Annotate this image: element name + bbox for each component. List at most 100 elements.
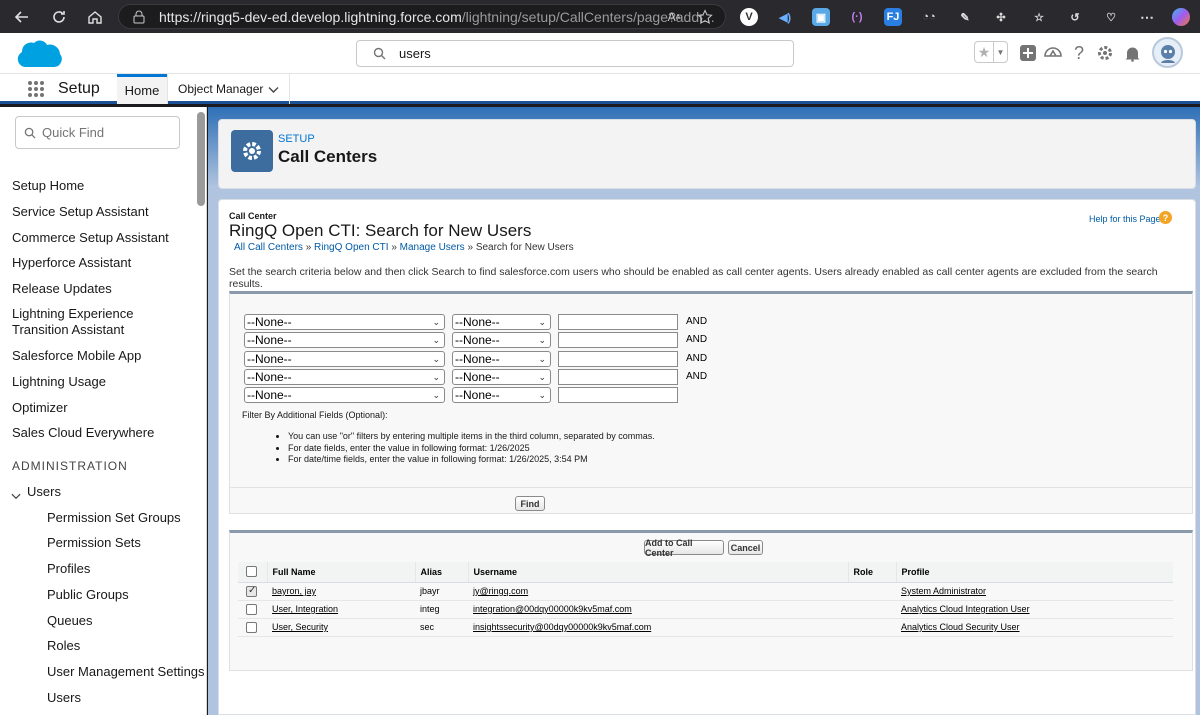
cancel-button[interactable]: Cancel <box>728 540 763 555</box>
column-header-username[interactable]: Username <box>467 562 848 583</box>
column-header-full-name[interactable]: Full Name <box>266 562 415 583</box>
filter-operator-select[interactable]: --None-- ⌄ <box>452 350 551 367</box>
row-select-checkbox[interactable] <box>246 603 257 615</box>
sidebar-item-user-management-settings[interactable]: User Management Settings <box>47 664 205 679</box>
filter-field-select[interactable]: --None-- ⌄ <box>244 350 445 367</box>
sidebar-item-roles[interactable]: Roles <box>47 638 80 653</box>
full-name-link[interactable]: bayron, jay <box>267 582 415 601</box>
sidebar-item-permission-sets[interactable]: Permission Sets <box>47 535 141 550</box>
tab-home[interactable]: Home <box>117 74 167 104</box>
column-header-role[interactable]: Role <box>847 562 896 583</box>
eyedropper-icon[interactable]: ✎ <box>956 8 974 26</box>
row-select-checkbox[interactable] <box>246 621 257 633</box>
profile-link[interactable]: System Administrator <box>896 582 1173 601</box>
table-row[interactable]: User, Integration integ integration@00dqy0… <box>238 600 1173 619</box>
setup-gear-icon[interactable] <box>1094 42 1116 64</box>
sidebar-item-lightning-transition-assistant[interactable]: Lightning Experience Transition Assistan… <box>12 306 182 338</box>
profile-link[interactable]: Analytics Cloud Integration User <box>896 600 1173 619</box>
full-name-link[interactable]: User, Security <box>267 618 415 637</box>
username-link[interactable]: insightssecurity@00dqy00000k9kv5maf.com <box>468 618 848 637</box>
filter-operator-select[interactable]: --None-- ⌄ <box>452 332 551 349</box>
help-icon[interactable]: ? <box>1068 42 1090 64</box>
filter-field-select[interactable]: --None-- ⌄ <box>244 387 445 404</box>
global-search-input[interactable]: users <box>356 40 794 67</box>
sidebar-item-salesforce-mobile-app[interactable]: Salesforce Mobile App <box>12 348 187 364</box>
favorites-dropdown-icon[interactable]: ▼ <box>993 42 1007 62</box>
filter-value-input[interactable] <box>558 332 678 349</box>
sidebar-item-queues[interactable]: Queues <box>47 613 93 628</box>
extensions-puzzle-icon[interactable]: ✣ <box>992 8 1010 26</box>
notifications-bell-icon[interactable] <box>1121 42 1143 64</box>
select-all-checkbox[interactable] <box>246 566 257 578</box>
filter-field-select[interactable]: --None-- ⌄ <box>244 368 445 385</box>
find-button[interactable]: Find <box>515 496 545 511</box>
filter-value-input[interactable] <box>558 314 678 330</box>
filter-operator-select[interactable]: --None-- ⌄ <box>452 314 551 330</box>
sidebar-item-users[interactable]: Users <box>47 690 81 705</box>
chevron-down-icon[interactable] <box>11 488 21 506</box>
filter-operator-select[interactable]: --None-- ⌄ <box>452 368 551 385</box>
table-row[interactable]: User, Security sec insightssecurity@00dqy0… <box>238 618 1173 637</box>
filter-value-input[interactable] <box>558 387 678 404</box>
filter-field-select[interactable]: --None-- ⌄ <box>244 314 445 330</box>
column-header-profile[interactable]: Profile <box>895 562 1173 583</box>
sidebar-scrollbar[interactable] <box>197 112 205 206</box>
sidebar-item-profiles[interactable]: Profiles <box>47 561 90 576</box>
more-menu-icon[interactable]: ⋯ <box>1138 8 1156 26</box>
breadcrumb-manage-users[interactable]: Manage Users <box>400 242 465 253</box>
quick-find-input[interactable]: Quick Find <box>15 116 180 149</box>
salesforce-logo[interactable] <box>14 38 64 75</box>
sidebar-item-permission-set-groups[interactable]: Permission Set Groups <box>47 510 181 525</box>
filter-value-input[interactable] <box>558 350 678 367</box>
copilot-icon[interactable] <box>1172 8 1190 26</box>
filter-value-input[interactable] <box>558 368 678 385</box>
address-bar[interactable]: https://ringq5-dev-ed.develop.lightning.… <box>118 4 726 29</box>
sidebar-item-release-updates[interactable]: Release Updates <box>12 281 187 297</box>
app-launcher-icon[interactable] <box>27 80 45 103</box>
sidebar-item-public-groups[interactable]: Public Groups <box>47 587 129 602</box>
reload-icon[interactable] <box>48 6 70 28</box>
row-select-checkbox[interactable] <box>246 585 257 597</box>
breadcrumb-all-call-centers[interactable]: All Call Centers <box>234 242 303 253</box>
column-header-alias[interactable]: Alias <box>414 562 468 583</box>
profile-link[interactable]: Analytics Cloud Security User <box>896 618 1173 637</box>
global-actions-plus-icon[interactable] <box>1017 42 1039 64</box>
trailhead-guidance-icon[interactable] <box>1042 42 1064 64</box>
sidebar-item-service-setup-assistant[interactable]: Service Setup Assistant <box>12 204 187 220</box>
sidebar-item-setup-home[interactable]: Setup Home <box>12 178 187 194</box>
help-icon[interactable]: ? <box>1159 211 1172 224</box>
sidebar-item-sales-cloud-everywhere[interactable]: Sales Cloud Everywhere <box>12 425 187 441</box>
history-icon[interactable]: ↺ <box>1066 8 1084 26</box>
user-avatar[interactable] <box>1152 37 1183 68</box>
full-name-link[interactable]: User, Integration <box>267 600 415 619</box>
add-to-call-center-button[interactable]: Add to Call Center <box>644 538 724 558</box>
tab-object-manager[interactable]: Object Manager <box>167 74 290 104</box>
favorites-button[interactable]: ★ ▼ <box>974 41 1008 63</box>
help-for-this-page-link[interactable]: Help for this Page <box>1089 214 1161 224</box>
read-aloud-icon[interactable]: AA <box>663 6 685 28</box>
sidebar-item-lightning-usage[interactable]: Lightning Usage <box>12 374 187 390</box>
glasses-extension-icon[interactable]: ◔◔ <box>920 8 938 26</box>
sidebar-item-commerce-setup-assistant[interactable]: Commerce Setup Assistant <box>12 230 187 246</box>
favorites-icon[interactable]: ☆ <box>1030 8 1048 26</box>
sidebar-node-users[interactable]: Users <box>27 484 202 500</box>
volume-extension-icon[interactable]: ◀) <box>776 8 794 26</box>
username-link[interactable]: integration@00dqy00000k9kv5maf.com <box>468 600 848 619</box>
fj-extension-icon[interactable]: FJ <box>884 8 902 26</box>
sidebar-item-optimizer[interactable]: Optimizer <box>12 400 187 416</box>
breadcrumb-ringq-open-cti[interactable]: RingQ Open CTI <box>314 242 388 253</box>
back-arrow-icon[interactable] <box>11 6 33 28</box>
browser-essentials-icon[interactable]: ♡ <box>1102 8 1120 26</box>
screen-extension-icon[interactable]: ▣ <box>812 8 830 26</box>
code-extension-icon[interactable]: (·) <box>848 8 866 26</box>
chevron-down-icon[interactable] <box>268 82 279 100</box>
vivaldi-extension-icon[interactable]: V <box>740 8 758 26</box>
username-link[interactable]: jy@ringq.com <box>468 582 848 601</box>
sidebar-item-hyperforce-assistant[interactable]: Hyperforce Assistant <box>12 255 187 271</box>
home-icon[interactable] <box>84 6 106 28</box>
filter-operator-select[interactable]: --None-- ⌄ <box>452 387 551 404</box>
favorite-star-icon[interactable] <box>694 6 716 28</box>
table-row[interactable]: bayron, jayjbayrjy@ringq.com System Admin… <box>238 582 1173 601</box>
filter-field-select[interactable]: --None-- ⌄ <box>244 332 445 349</box>
app-name: Setup <box>58 80 100 97</box>
